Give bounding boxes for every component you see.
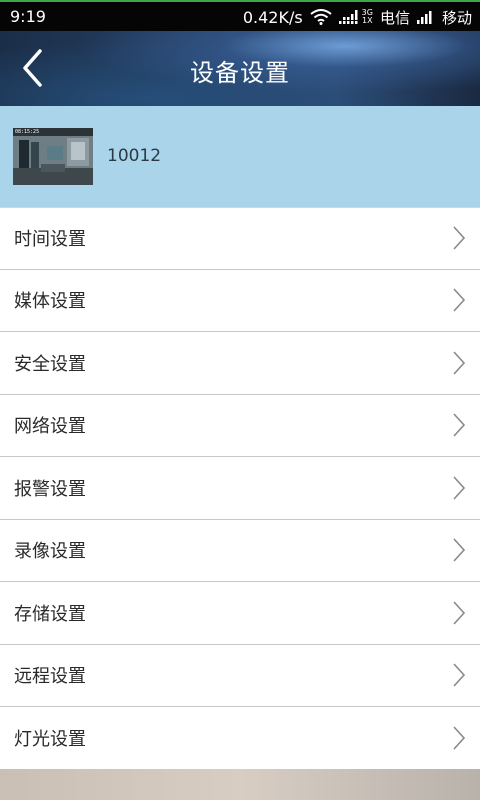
network-speed: 0.42K/s [242, 7, 303, 27]
menu-item-label: 媒体设置 [14, 291, 86, 313]
signal-icon [338, 10, 359, 24]
chevron-right-icon [453, 726, 466, 750]
menu-item-light[interactable]: 灯光设置 [0, 707, 480, 770]
wifi-icon [310, 9, 332, 25]
chevron-right-icon [453, 476, 466, 500]
device-name: 10012 [107, 146, 162, 166]
chevron-right-icon [453, 663, 466, 687]
menu-item-label: 网络设置 [14, 416, 86, 438]
net-type-bottom: 1X [362, 16, 373, 25]
chevron-right-icon [453, 601, 466, 625]
chevron-right-icon [453, 226, 466, 250]
menu-item-label: 报警设置 [14, 478, 86, 500]
chevron-right-icon [453, 288, 466, 312]
status-right: 0.42K/s 3G 1X 电信 移动 [243, 6, 472, 28]
menu-item-label: 时间设置 [14, 229, 86, 251]
app-header: 设备设置 [0, 31, 480, 106]
menu-item-label: 安全设置 [14, 353, 86, 375]
device-card[interactable]: 08:15:25 [0, 106, 480, 207]
menu-item-security[interactable]: 安全设置 [0, 332, 480, 395]
net-type-indicator: 3G 1X [362, 9, 373, 25]
carrier-1: 电信 [379, 8, 410, 27]
chevron-right-icon [453, 538, 466, 562]
menu-item-alarm[interactable]: 报警设置 [0, 457, 480, 520]
bottom-background [0, 769, 480, 800]
menu-item-label: 远程设置 [14, 666, 86, 688]
signal-icon [416, 10, 435, 24]
chevron-right-icon [453, 351, 466, 375]
menu-item-storage[interactable]: 存储设置 [0, 582, 480, 645]
chevron-right-icon [453, 413, 466, 437]
menu-item-remote[interactable]: 远程设置 [0, 644, 480, 707]
menu-item-media[interactable]: 媒体设置 [0, 269, 480, 332]
settings-menu: 时间设置 媒体设置 安全设置 网络设置 报警设置 录像设置 存储设置 远程设置 … [0, 207, 480, 770]
status-time: 9:19 [10, 7, 46, 26]
menu-item-label: 存储设置 [14, 603, 86, 625]
menu-item-label: 灯光设置 [14, 728, 86, 750]
thumbnail-timestamp: 08:15:25 [15, 129, 40, 135]
carrier-2: 移动 [441, 8, 472, 27]
menu-item-label: 录像设置 [14, 541, 86, 563]
page-title: 设备设置 [190, 59, 290, 87]
menu-item-time[interactable]: 时间设置 [0, 207, 480, 270]
menu-item-network[interactable]: 网络设置 [0, 394, 480, 457]
status-bar: 9:19 0.42K/s 3G 1X 电信 移动 [0, 0, 480, 31]
device-thumbnail: 08:15:25 [13, 128, 93, 185]
menu-item-recording[interactable]: 录像设置 [0, 519, 480, 582]
